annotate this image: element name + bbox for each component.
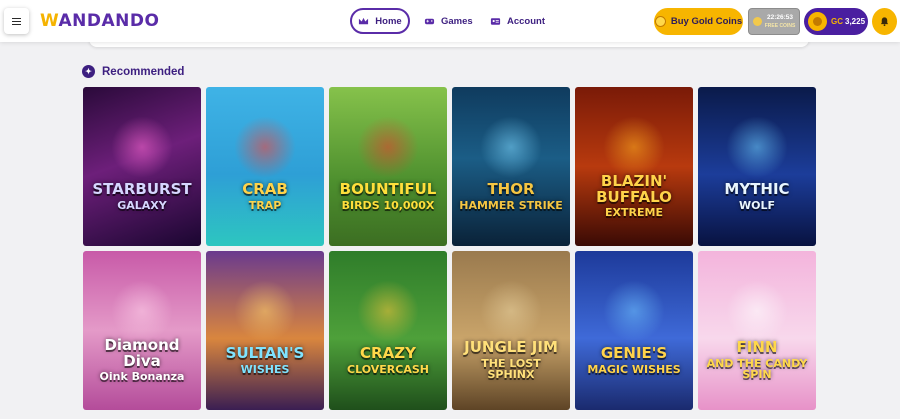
nav-account[interactable]: Account [490, 8, 545, 34]
game-title-line2: WISHES [240, 362, 290, 376]
site-logo[interactable]: WANDANDO [40, 11, 159, 31]
game-tile[interactable]: JUNGLE JIM THE LOST SPHINX [452, 251, 570, 410]
game-artwork [234, 116, 296, 179]
game-title: BOUNTIFUL BIRDS 10,000X [334, 179, 443, 212]
game-title-line1: GENIE'S [600, 343, 668, 362]
balance-coin-icon [808, 12, 827, 31]
timer-time: 22:26:53 [766, 13, 794, 21]
crown-icon [359, 17, 369, 24]
game-title-line2: Oink Bonanza [99, 370, 185, 384]
nav-games-label: Games [441, 15, 473, 27]
game-title: GENIE'S MAGIC WISHES [581, 343, 686, 376]
game-tile[interactable]: SULTAN'S WISHES [206, 251, 324, 410]
game-tile[interactable]: Diamond Diva Oink Bonanza [83, 251, 201, 410]
game-title-line2: BIRDS 10,000X [341, 198, 435, 212]
game-tile[interactable]: BOUNTIFUL BIRDS 10,000X [329, 87, 447, 246]
menu-button[interactable] [4, 8, 29, 34]
balance-amount: 3,225 [845, 17, 866, 26]
game-artwork [111, 116, 173, 179]
game-artwork [726, 116, 788, 179]
bell-icon [880, 17, 889, 27]
game-title-line1: Diamond Diva [104, 335, 180, 370]
game-title: JUNGLE JIM THE LOST SPHINX [452, 338, 570, 382]
game-title-line2: WOLF [738, 198, 775, 212]
game-grid: STARBURST GALAXY CRAB TRAP BOUNTIFUL BIRDS 10… [83, 87, 819, 410]
game-title: BLAZIN' BUFFALO EXTREME [575, 171, 693, 220]
game-tile[interactable]: CRAZY CLOVERCASH [329, 251, 447, 410]
game-title-line2: HAMMER STRIKE [459, 198, 563, 212]
game-title-line1: MYTHIC [724, 179, 790, 198]
game-title-line2: EXTREME [605, 206, 663, 220]
game-title-line2: MAGIC WISHES [587, 362, 681, 376]
game-title-line1: BOUNTIFUL [339, 179, 437, 198]
game-title-line2: CLOVERCASH [347, 362, 429, 376]
game-title-line1: FINN [736, 338, 778, 357]
game-tile[interactable]: CRAB TRAP [206, 87, 324, 246]
game-artwork [357, 280, 419, 343]
game-title-line1: JUNGLE JIM [464, 338, 558, 357]
game-tile[interactable]: GENIE'S MAGIC WISHES [575, 251, 693, 410]
game-tile[interactable]: BLAZIN' BUFFALO EXTREME [575, 87, 693, 246]
game-tile[interactable]: FINN AND THE CANDY SPIN [698, 251, 816, 410]
game-tile[interactable]: THOR HAMMER STRIKE [452, 87, 570, 246]
game-title-line1: BLAZIN' BUFFALO [596, 171, 672, 206]
game-artwork [480, 280, 542, 343]
nav-home-label: Home [375, 15, 402, 27]
game-title: Diamond Diva Oink Bonanza [83, 335, 201, 384]
game-title: MYTHIC WOLF [718, 179, 795, 212]
gold-coin-icon [654, 16, 666, 27]
game-artwork [111, 280, 173, 343]
game-title: FINN AND THE CANDY SPIN [698, 338, 816, 382]
nav-account-label: Account [507, 15, 545, 27]
game-tile[interactable]: MYTHIC WOLF [698, 87, 816, 246]
free-coin-icon [752, 17, 762, 26]
nav-home[interactable]: Home [350, 8, 410, 34]
game-title-line1: STARBURST [92, 179, 192, 198]
buy-gold-coins-label: Buy Gold Coins [670, 16, 743, 27]
game-title-line2: TRAP [248, 198, 282, 212]
top-header: WANDANDO Home Games Account Buy Gold Coi… [0, 0, 900, 42]
game-artwork [603, 280, 665, 343]
game-title-line1: CRAB [242, 179, 288, 198]
game-title: STARBURST GALAXY [86, 179, 197, 212]
game-artwork [357, 116, 419, 179]
gamepad-icon [424, 18, 435, 24]
notifications-button[interactable] [872, 8, 897, 35]
hamburger-icon [12, 17, 21, 25]
free-coins-timer[interactable]: 22:26:53 FREE COINS [748, 8, 800, 35]
game-title-line1: THOR [487, 179, 535, 198]
game-title-line2: AND THE CANDY SPIN [706, 356, 808, 382]
section-title: Recommended [102, 65, 185, 78]
nav-games[interactable]: Games [424, 8, 473, 34]
coin-balance[interactable]: GC 3,225 [804, 8, 868, 35]
game-title: SULTAN'S WISHES [220, 343, 311, 376]
game-tile[interactable]: STARBURST GALAXY [83, 87, 201, 246]
game-title-line2: GALAXY [117, 198, 167, 212]
currency-label: GC [831, 17, 843, 26]
game-title-line1: CRAZY [360, 343, 416, 362]
game-title: THOR HAMMER STRIKE [453, 179, 568, 212]
game-artwork [234, 280, 296, 343]
game-title: CRAZY CLOVERCASH [341, 343, 435, 376]
recommended-heading: ✦ Recommended [82, 65, 184, 78]
timer-subtitle: FREE COINS [764, 22, 796, 29]
game-title-line2: THE LOST SPHINX [481, 356, 541, 382]
id-card-icon [490, 17, 501, 25]
thumbs-up-icon: ✦ [82, 65, 95, 78]
game-artwork [726, 280, 788, 343]
game-title-line1: SULTAN'S [225, 343, 305, 362]
game-title: CRAB TRAP [236, 179, 294, 212]
game-artwork [480, 116, 542, 179]
buy-gold-coins-button[interactable]: Buy Gold Coins [654, 8, 743, 35]
game-artwork [603, 116, 665, 179]
